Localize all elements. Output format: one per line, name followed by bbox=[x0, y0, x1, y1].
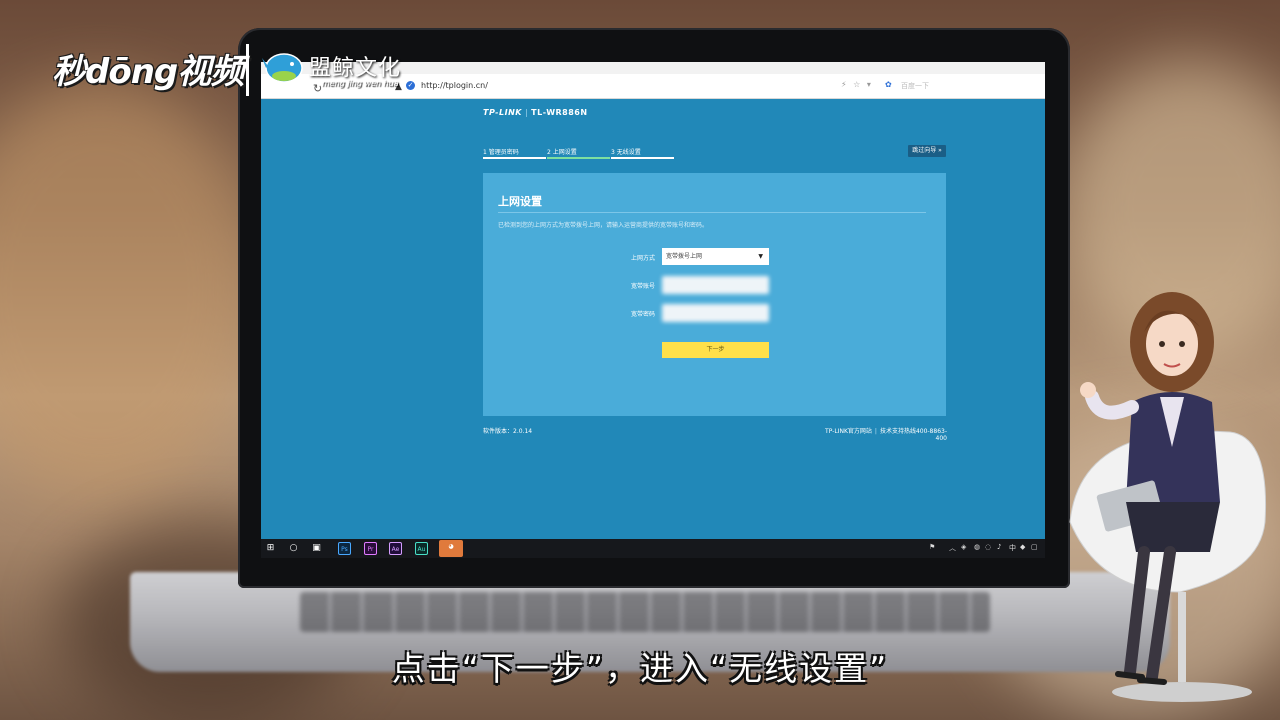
studio-logo-pinyin: meng jing wen hua bbox=[322, 79, 399, 88]
laptop-keyboard bbox=[300, 592, 990, 632]
premiere-icon[interactable]: Pr bbox=[364, 542, 377, 555]
bookmark-star-icon[interactable]: ⚡ ☆ ▾ bbox=[841, 80, 873, 89]
chevron-down-icon: ▼ bbox=[758, 253, 763, 260]
person-icon[interactable]: ⚑ bbox=[929, 543, 935, 551]
step-wireless-setup: 3 无线设置 bbox=[611, 149, 641, 156]
background-blur bbox=[0, 80, 260, 500]
task-view-icon[interactable]: ▣ bbox=[310, 542, 323, 555]
network-icon[interactable]: ◌ bbox=[985, 543, 991, 551]
logo-divider bbox=[246, 44, 249, 96]
cortana-icon[interactable]: ○ bbox=[287, 542, 300, 555]
mode-label: 上网方式 bbox=[630, 255, 655, 262]
ime-icon[interactable]: 中 bbox=[1009, 543, 1016, 553]
windows-taskbar: ⊞ ○ ▣ Ps Pr Ae Au ◕ ⚑ ︿ ◈ ◍ ◌ ♪ 中 ◆ ▢ bbox=[261, 539, 1045, 558]
router-model: TL-WR886N bbox=[531, 108, 588, 117]
connection-mode-select[interactable]: 宽带拨号上网 ▼ bbox=[662, 248, 769, 265]
audition-icon[interactable]: Au bbox=[415, 542, 428, 555]
footer-links: TP-LINK官方网站 | 技术支持热线400-8863-400 bbox=[825, 428, 947, 442]
search-input[interactable]: 百度一下 bbox=[883, 79, 1033, 93]
password-input[interactable] bbox=[662, 304, 769, 322]
photoshop-icon[interactable]: Ps bbox=[338, 542, 351, 555]
volume-icon[interactable]: ♪ bbox=[997, 543, 1001, 551]
chevron-up-icon[interactable]: ︿ bbox=[949, 543, 956, 553]
video-subtitle: 点击“下一步”，进入“无线设置” bbox=[391, 649, 889, 688]
step-admin-password: 1 管理员密码 bbox=[483, 149, 519, 156]
software-version: 软件版本：2.0.14 bbox=[483, 428, 533, 435]
reload-icon[interactable]: ↻ bbox=[313, 82, 322, 95]
tray-app-icon[interactable]: ◈ bbox=[961, 543, 966, 551]
panel-title: 上网设置 bbox=[498, 195, 542, 208]
router-brand: TP-LINK | TL-WR886N bbox=[483, 108, 588, 117]
skip-wizard-button[interactable]: 跳过向导 » bbox=[908, 145, 946, 157]
address-bar[interactable]: http://tplogin.cn/ bbox=[421, 81, 488, 90]
active-app-icon[interactable]: ◕ bbox=[439, 540, 463, 557]
step-progress-2 bbox=[547, 157, 610, 159]
official-site-link[interactable]: TP-LINK官方网站 bbox=[825, 428, 872, 435]
windows-start-icon[interactable]: ⊞ bbox=[264, 542, 277, 555]
laptop-screen: ↻ ▲ ✓ http://tplogin.cn/ ⚡ ☆ ▾ ✿ 百度一下 TP… bbox=[261, 62, 1045, 558]
panel-description: 已检测到您的上网方式为宽带拨号上网，请输入运营商提供的宽带账号和密码。 bbox=[498, 222, 709, 229]
account-input[interactable] bbox=[662, 276, 769, 294]
step-progress-1 bbox=[483, 157, 546, 159]
after-effects-icon[interactable]: Ae bbox=[389, 542, 402, 555]
internet-setup-panel: 上网设置 已检测到您的上网方式为宽带拨号上网，请输入运营商提供的宽带账号和密码。… bbox=[483, 173, 946, 416]
tray-app-icon[interactable]: ◍ bbox=[974, 543, 980, 551]
next-step-button[interactable]: 下一步 bbox=[662, 342, 769, 358]
panel-divider bbox=[498, 212, 926, 213]
account-label: 宽带账号 bbox=[630, 283, 655, 290]
tray-app-icon[interactable]: ◆ bbox=[1020, 543, 1025, 551]
notification-icon[interactable]: ▢ bbox=[1031, 543, 1038, 551]
whale-logo-icon bbox=[262, 53, 303, 83]
channel-logo: 秒dōng视频 bbox=[52, 52, 244, 92]
studio-logo: 盟鲸文化 bbox=[309, 56, 402, 81]
support-hotline: 技术支持热线400-8863-400 bbox=[879, 428, 947, 442]
password-label: 宽带密码 bbox=[630, 311, 655, 318]
brand-name: TP-LINK bbox=[483, 108, 522, 117]
step-progress-3 bbox=[611, 157, 674, 159]
shield-icon[interactable]: ✓ bbox=[406, 81, 415, 90]
select-value: 宽带拨号上网 bbox=[666, 253, 703, 260]
step-internet-setup: 2 上网设置 bbox=[547, 149, 577, 156]
